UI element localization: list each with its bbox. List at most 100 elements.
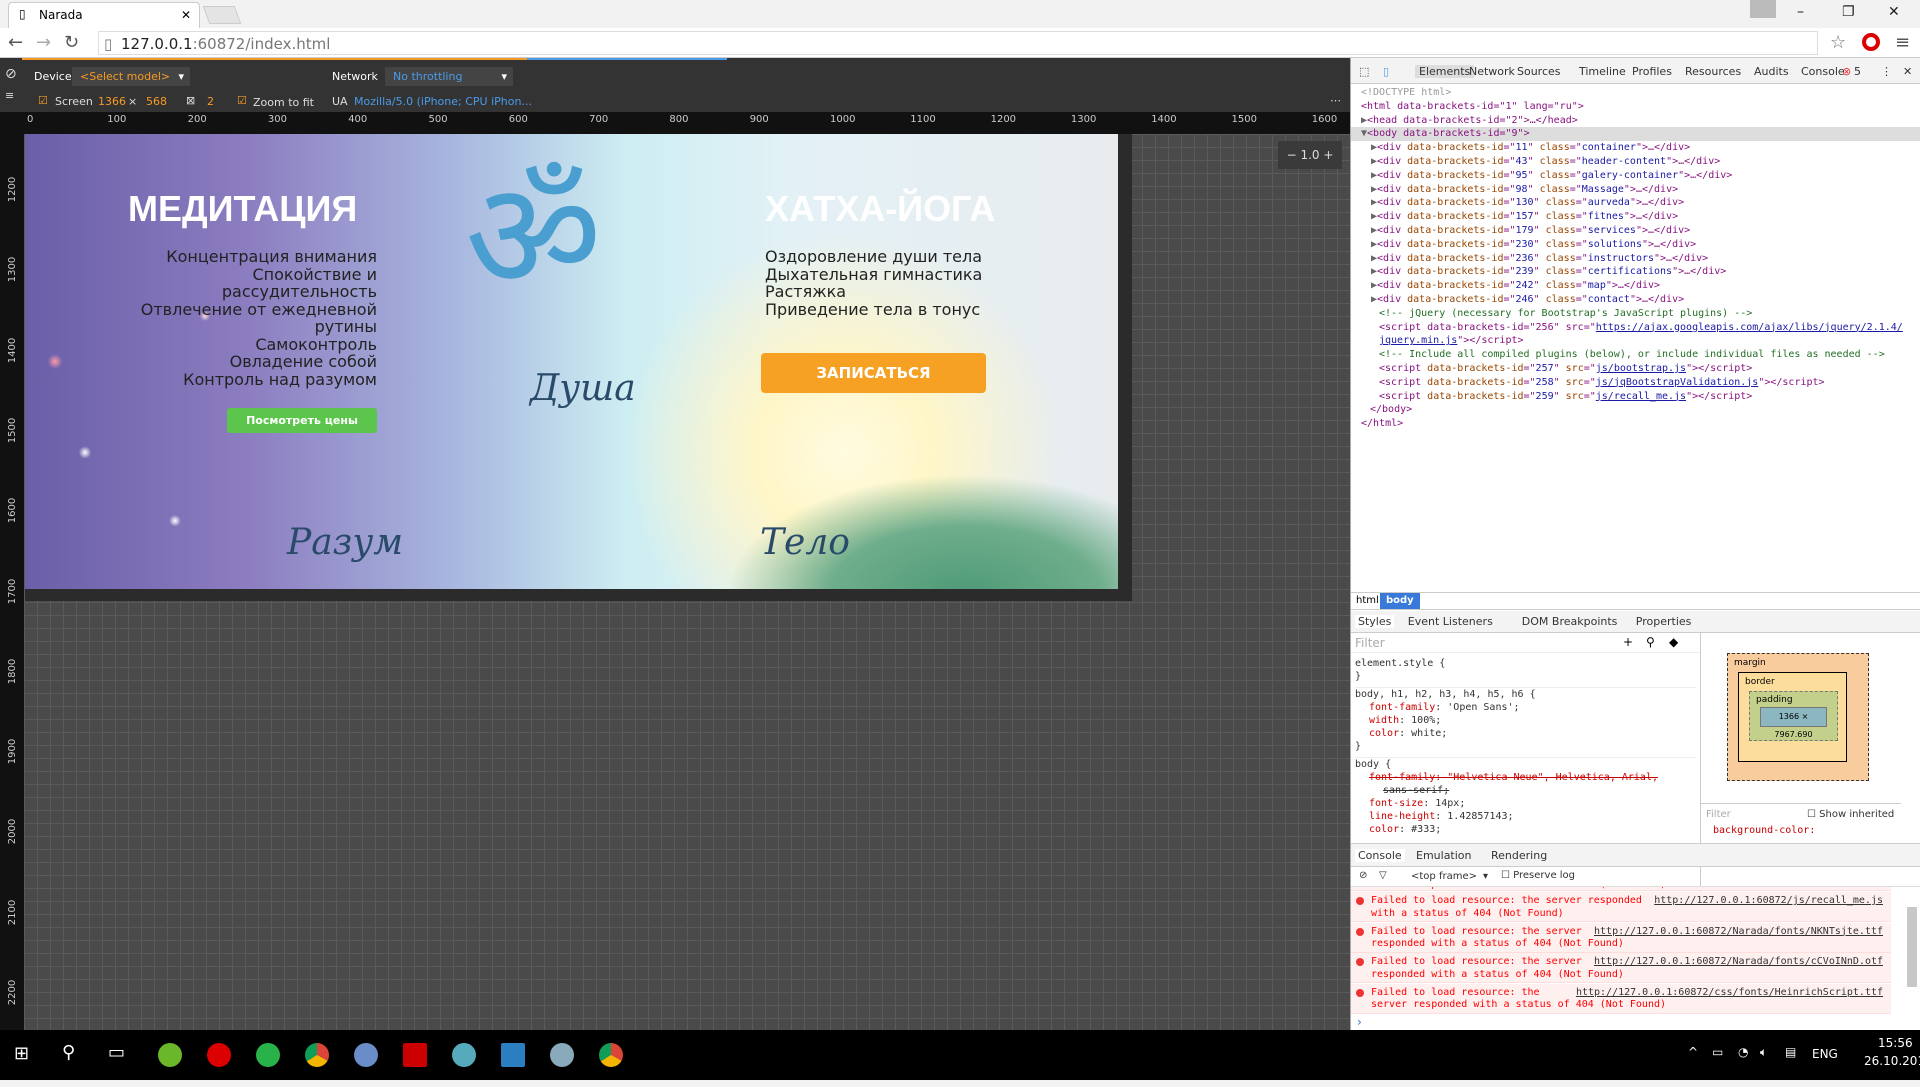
dpr-input[interactable]: 2	[207, 95, 214, 108]
preserve-log-checkbox[interactable]: ☐ Preserve log	[1501, 870, 1575, 881]
expand-arrow-icon[interactable]: ▶	[1371, 170, 1377, 181]
expand-arrow-icon[interactable]: ▶	[1371, 253, 1377, 264]
chrome-icon[interactable]	[305, 1043, 329, 1067]
globe-app-icon[interactable]	[354, 1043, 378, 1067]
dom-div-node[interactable]: ▶<div data-brackets-id="179" class="serv…	[1351, 224, 1920, 238]
new-tab-button[interactable]	[202, 6, 242, 24]
expand-arrow-icon[interactable]: ▶	[1371, 239, 1377, 250]
expand-arrow-icon[interactable]: ▶	[1371, 294, 1377, 305]
drawer-tab-rendering[interactable]: Rendering	[1491, 849, 1547, 862]
zoom-to-fit-checkbox[interactable]: ☑	[237, 94, 247, 107]
expand-arrow-icon[interactable]: ▶	[1371, 225, 1377, 236]
language-indicator[interactable]: ENG	[1812, 1047, 1838, 1061]
dom-head[interactable]: ▶<head data-brackets-id="2">…</head>	[1351, 114, 1920, 128]
resize-handle-right[interactable]	[1118, 134, 1132, 601]
back-icon[interactable]: ←	[8, 32, 23, 53]
network-throttling-select[interactable]: No throttling ▾	[385, 67, 513, 86]
expand-arrow-icon[interactable]: ▶	[1371, 156, 1377, 167]
minimize-icon[interactable]: –	[1797, 4, 1804, 20]
pin-icon[interactable]: ⚲	[1646, 635, 1655, 649]
devtools-tab-console[interactable]: Console	[1801, 65, 1845, 78]
console-scrollbar[interactable]	[1907, 907, 1917, 987]
device-model-select[interactable]: <Select model> ▾	[72, 67, 190, 86]
paint-app-icon[interactable]	[550, 1043, 574, 1067]
more-options-icon[interactable]: ⋮	[1881, 65, 1892, 78]
dom-script[interactable]: <script data-brackets-id="256" src="http…	[1351, 321, 1920, 335]
clear-console-icon[interactable]: ⊘	[1359, 870, 1367, 881]
clock-date[interactable]: 26.10.2015	[1864, 1054, 1920, 1068]
resize-handle-bottom[interactable]	[25, 589, 1132, 601]
search-icon[interactable]: ⚲	[62, 1042, 75, 1063]
inspect-icon[interactable]: ⬚	[1359, 65, 1369, 78]
breadcrumb-body[interactable]: body	[1380, 593, 1420, 609]
menu-icon[interactable]: ≡	[1895, 32, 1910, 53]
chrome-active-icon[interactable]	[599, 1043, 623, 1067]
task-view-icon[interactable]: ▭	[108, 1042, 125, 1063]
error-count[interactable]: 5	[1854, 65, 1861, 78]
opera-icon[interactable]	[207, 1043, 231, 1067]
show-inherited-checkbox[interactable]: ☐ Show inherited	[1807, 809, 1894, 820]
device-mode-icon[interactable]: ▯	[1383, 65, 1389, 78]
dom-div-node[interactable]: ▶<div data-brackets-id="242" class="map"…	[1351, 279, 1920, 293]
expand-arrow-icon[interactable]: ▶	[1371, 211, 1377, 222]
error-url-link[interactable]: http://127.0.0.1:60872/Narada/fonts/NKNT…	[1594, 926, 1883, 939]
property-name[interactable]: color	[1369, 824, 1399, 835]
styles-tab-styles[interactable]: Styles	[1355, 615, 1395, 628]
script-src-link[interactable]: js/recall_me.js	[1596, 391, 1686, 402]
color-format-icon[interactable]: ◆	[1669, 635, 1678, 649]
disable-emulation-icon[interactable]: ⊘	[5, 66, 17, 82]
browser-tab[interactable]: ▯ Narada ✕	[8, 2, 200, 28]
dom-div-node[interactable]: ▶<div data-brackets-id="95" class="galer…	[1351, 169, 1920, 183]
property-value[interactable]: #333;	[1411, 824, 1441, 835]
drawer-tab-emulation[interactable]: Emulation	[1416, 849, 1472, 862]
devtools-tab-profiles[interactable]: Profiles	[1632, 65, 1672, 78]
screen-height-input[interactable]: 568	[146, 95, 167, 108]
property-value[interactable]: 'Open Sans';	[1447, 702, 1519, 713]
dom-div-node[interactable]: ▶<div data-brackets-id="98" class="Massa…	[1351, 183, 1920, 197]
filter-icon[interactable]: ▽	[1379, 870, 1387, 881]
utorrent-icon[interactable]	[158, 1043, 182, 1067]
expand-arrow-icon[interactable]: ▶	[1371, 280, 1377, 291]
dom-div-node[interactable]: ▶<div data-brackets-id="43" class="heade…	[1351, 155, 1920, 169]
zoom-in-button[interactable]: +	[1323, 148, 1333, 162]
devtools-tab-resources[interactable]: Resources	[1685, 65, 1741, 78]
styles-tab-dom-breakpoints[interactable]: DOM Breakpoints	[1522, 615, 1618, 628]
close-window-icon[interactable]: ✕	[1888, 4, 1900, 20]
dom-script[interactable]: <script data-brackets-id="257" src="js/b…	[1351, 362, 1920, 376]
forward-icon[interactable]: →	[36, 32, 51, 53]
url-input[interactable]: ▯ 127.0.0.1:60872/index.html	[98, 31, 1818, 55]
volume-icon[interactable]: 🔈︎	[1760, 1045, 1767, 1060]
dom-div-node[interactable]: ▶<div data-brackets-id="11" class="conta…	[1351, 141, 1920, 155]
dom-comment[interactable]: <!-- Include all compiled plugins (below…	[1351, 348, 1920, 362]
user-agent-input[interactable]: Mozilla/5.0 (iPhone; CPU iPhon...	[354, 95, 532, 108]
dom-html-close[interactable]: </html>	[1351, 417, 1920, 431]
frame-select[interactable]: <top frame>	[1411, 871, 1477, 882]
dom-script[interactable]: <script data-brackets-id="258" src="js/j…	[1351, 376, 1920, 390]
dom-body[interactable]: ▼<body data-brackets-id="9">	[1351, 127, 1920, 142]
opera-extension-icon[interactable]	[1862, 33, 1880, 51]
wifi-icon[interactable]: ◔	[1738, 1045, 1748, 1059]
dom-html[interactable]: <html data-brackets-id="1" lang="ru">	[1351, 100, 1920, 114]
screen-checkbox[interactable]: ☑	[38, 94, 48, 107]
error-url-link[interactable]: http://127.0.0.1:60872/js/recall_me.js	[1654, 895, 1883, 908]
restore-icon[interactable]: ❐	[1842, 4, 1855, 20]
dom-div-node[interactable]: ▶<div data-brackets-id="130" class="aurv…	[1351, 196, 1920, 210]
property-name[interactable]: font-family	[1369, 702, 1435, 713]
dom-div-node[interactable]: ▶<div data-brackets-id="236" class="inst…	[1351, 252, 1920, 266]
property-value[interactable]: 14px;	[1435, 798, 1465, 809]
battery-icon[interactable]: ▭	[1712, 1045, 1723, 1059]
dom-script[interactable]: <script data-brackets-id="259" src="js/r…	[1351, 390, 1920, 404]
zoom-out-button[interactable]: −	[1287, 148, 1297, 162]
property-name[interactable]: line-height	[1369, 811, 1435, 822]
expand-arrow-icon[interactable]: ▶	[1371, 142, 1377, 153]
view-prices-button[interactable]: Посмотреть цены	[227, 408, 377, 433]
sign-up-button[interactable]: ЗАПИСАТЬСЯ	[761, 353, 986, 393]
more-icon[interactable]: ⋯	[1330, 94, 1341, 107]
dom-div-node[interactable]: ▶<div data-brackets-id="230" class="solu…	[1351, 238, 1920, 252]
devtools-tab-elements[interactable]: Elements	[1415, 65, 1475, 78]
console-prompt[interactable]: ›	[1357, 1015, 1897, 1029]
dom-body-close[interactable]: </body>	[1351, 403, 1920, 417]
notifications-icon[interactable]: ▤	[1785, 1045, 1796, 1059]
dom-script-cont[interactable]: jquery.min.js"></script>	[1351, 334, 1920, 348]
property-name[interactable]: font-size	[1369, 798, 1423, 809]
